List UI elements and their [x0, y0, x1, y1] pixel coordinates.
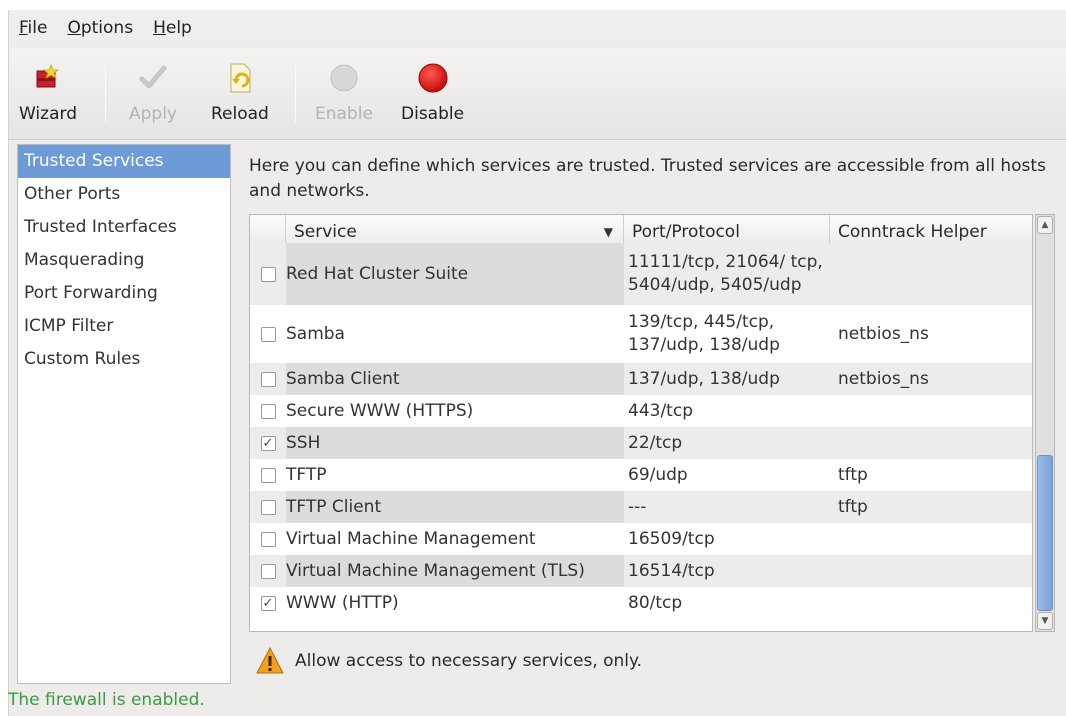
service-name: TFTP [286, 464, 327, 485]
conntrack-helper [830, 523, 1032, 555]
service-checkbox[interactable] [260, 563, 276, 579]
conntrack-helper: netbios_ns [838, 368, 929, 389]
menu-file[interactable]: File [19, 18, 47, 38]
service-checkbox[interactable] [260, 499, 276, 515]
port-protocol: 69/udp [628, 464, 688, 485]
row-checkbox-cell [250, 555, 286, 587]
reload-icon [222, 60, 258, 96]
row-checkbox-cell [250, 243, 286, 305]
port-protocol: --- [628, 496, 647, 517]
conntrack-helper: tftp [838, 464, 868, 485]
port-protocol: 16514/tcp [628, 560, 715, 581]
conntrack-helper: tftp [838, 496, 868, 517]
service-name: Virtual Machine Management (TLS) [286, 555, 624, 587]
sidebar-item-masquerading[interactable]: Masquerading [18, 244, 230, 277]
conntrack-helper: netbios_ns [838, 323, 929, 344]
conntrack-helper [830, 427, 1032, 459]
scroll-down-icon[interactable]: ▼ [1037, 612, 1053, 630]
port-protocol: 16509/tcp [628, 528, 715, 549]
apply-button[interactable]: Apply [129, 60, 177, 134]
port-protocol: 443/tcp [628, 400, 693, 421]
service-name: WWW (HTTP) [286, 592, 399, 613]
firewall-window: File Options Help Wizard Apply Reload En… [8, 10, 1066, 716]
port-protocol: 11111/tcp, 21064/ tcp, 5404/udp, 5405/ud… [628, 252, 823, 295]
table-scrollbar[interactable]: ▲ ▼ [1035, 214, 1055, 632]
table-row[interactable]: Samba 139/tcp, 445/tcp, 137/udp, 138/udp n… [250, 305, 1032, 363]
reload-button[interactable]: Reload [211, 60, 269, 134]
sidebar-item-icmp-filter[interactable]: ICMP Filter [18, 310, 230, 343]
service-checkbox[interactable] [260, 403, 276, 419]
table-row[interactable]: Samba Client 137/udp, 138/udp netbios_ns [250, 363, 1032, 395]
table-row[interactable]: ✓ SSH 22/tcp [250, 427, 1032, 459]
warning-message: Allow access to necessary services, only… [255, 644, 642, 678]
row-checkbox-cell [250, 523, 286, 555]
port-protocol: 80/tcp [628, 592, 683, 613]
warning-icon [256, 646, 284, 674]
service-checkbox[interactable] [260, 326, 276, 342]
row-checkbox-cell [250, 305, 286, 363]
port-protocol: 137/udp, 138/udp [628, 368, 780, 389]
disable-circle-icon [415, 60, 451, 96]
sidebar-item-trusted-interfaces[interactable]: Trusted Interfaces [18, 211, 230, 244]
panel-description: Here you can define which services are t… [249, 156, 1046, 201]
row-checkbox-cell [250, 459, 286, 491]
conntrack-helper [830, 243, 1032, 305]
menu-options[interactable]: Options [67, 18, 133, 38]
row-checkbox-cell [250, 395, 286, 427]
wizard-button[interactable]: Wizard [19, 60, 77, 134]
table-row[interactable]: Red Hat Cluster Suite 11111/tcp, 21064/ t… [250, 243, 1032, 305]
service-name: Samba [286, 323, 345, 344]
table-row[interactable]: ✓ WWW (HTTP) 80/tcp [250, 587, 1032, 619]
sidebar: Trusted Services Other Ports Trusted Int… [17, 144, 231, 684]
sidebar-item-custom-rules[interactable]: Custom Rules [18, 343, 230, 376]
service-checkbox[interactable] [260, 371, 276, 387]
service-name: Red Hat Cluster Suite [286, 243, 624, 305]
service-name: Secure WWW (HTTPS) [286, 400, 474, 421]
table-row[interactable]: Secure WWW (HTTPS) 443/tcp [250, 395, 1032, 427]
service-checkbox[interactable] [260, 467, 276, 483]
menu-help[interactable]: Help [153, 18, 192, 38]
row-checkbox-cell [250, 363, 286, 395]
conntrack-helper [830, 587, 1032, 619]
service-checkbox[interactable] [260, 266, 276, 282]
enable-circle-icon [326, 60, 362, 96]
status-text: The firewall is enabled. [8, 690, 205, 710]
menubar: File Options Help [9, 10, 1066, 46]
service-checkbox[interactable]: ✓ [260, 595, 276, 611]
row-checkbox-cell: ✓ [250, 427, 286, 459]
toolbar: Wizard Apply Reload Enable Disable [9, 48, 1066, 140]
service-name: SSH [286, 427, 624, 459]
sidebar-item-trusted-services[interactable]: Trusted Services [18, 145, 230, 178]
enable-button[interactable]: Enable [315, 60, 373, 134]
trusted-services-panel: Here you can define which services are t… [241, 144, 1061, 684]
table-row[interactable]: Virtual Machine Management 16509/tcp [250, 523, 1032, 555]
conntrack-helper [830, 395, 1032, 427]
port-protocol: 22/tcp [628, 432, 683, 453]
toolbar-separator [105, 66, 106, 122]
sidebar-item-other-ports[interactable]: Other Ports [18, 178, 230, 211]
scrollbar-thumb[interactable] [1037, 455, 1053, 611]
service-name: Samba Client [286, 363, 624, 395]
table-row[interactable]: Virtual Machine Management (TLS) 16514/tc… [250, 555, 1032, 587]
service-checkbox[interactable] [260, 531, 276, 547]
wizard-icon [30, 60, 66, 96]
table-row[interactable]: TFTP Client --- tftp [250, 491, 1032, 523]
row-checkbox-cell: ✓ [250, 587, 286, 619]
scroll-up-icon[interactable]: ▲ [1037, 216, 1053, 234]
checkmark-icon [135, 60, 171, 96]
conntrack-helper [830, 555, 1032, 587]
service-checkbox[interactable]: ✓ [260, 435, 276, 451]
service-name: Virtual Machine Management [286, 528, 536, 549]
sidebar-item-port-forwarding[interactable]: Port Forwarding [18, 277, 230, 310]
service-name: TFTP Client [286, 491, 624, 523]
port-protocol: 139/tcp, 445/tcp, 137/udp, 138/udp [628, 312, 780, 355]
services-table: Service ▼ Port/Protocol Conntrack Helper… [249, 214, 1033, 632]
toolbar-separator [295, 66, 296, 122]
table-row[interactable]: TFTP 69/udp tftp [250, 459, 1032, 491]
disable-button[interactable]: Disable [401, 60, 464, 134]
row-checkbox-cell [250, 491, 286, 523]
